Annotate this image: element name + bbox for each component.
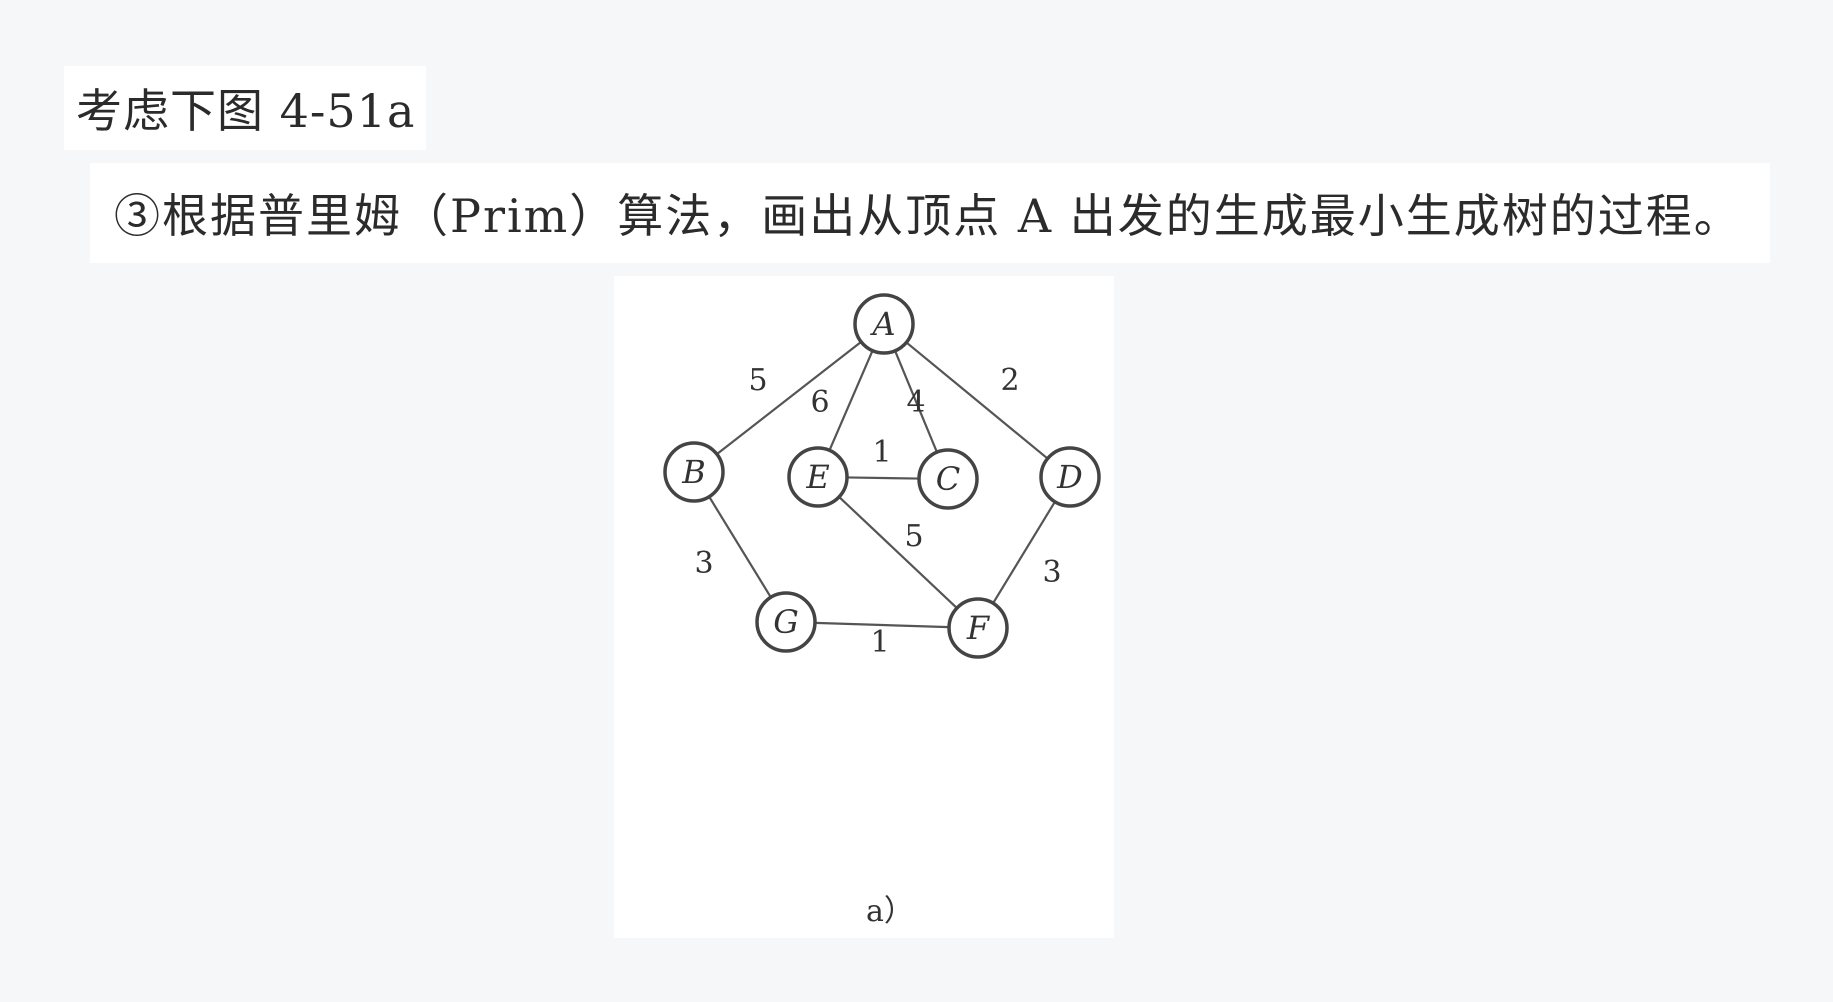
edge-weight-A-B: 5 xyxy=(748,363,767,398)
question-box: ③根据普里姆（Prim）算法，画出从顶点 A 出发的生成最小生成树的过程。 xyxy=(90,163,1770,263)
edge-weight-A-E: 6 xyxy=(810,385,829,420)
weights-layer: 5 6 4 2 1 3 5 3 1 xyxy=(694,363,1061,660)
edge-B-G xyxy=(708,496,772,598)
vertex-E: E xyxy=(787,446,849,508)
edge-weight-A-D: 2 xyxy=(1000,363,1019,398)
edge-weight-B-G: 3 xyxy=(694,546,713,581)
vertex-label: B xyxy=(681,453,706,491)
edge-weight-E-F: 5 xyxy=(904,519,923,554)
heading-text: 考虑下图 4-51a xyxy=(76,84,416,138)
vertex-label: C xyxy=(936,460,960,498)
edge-A-D xyxy=(905,341,1049,460)
nodes-layer: A B E C D G F xyxy=(663,293,1101,659)
edge-E-F xyxy=(838,496,958,609)
figure-caption: a） xyxy=(866,894,914,929)
vertex-label: D xyxy=(1056,458,1083,496)
edge-E-C xyxy=(846,476,920,480)
vertex-D: D xyxy=(1039,446,1101,508)
vertex-G: G xyxy=(755,591,817,653)
edge-A-E xyxy=(828,350,874,451)
vertex-label: F xyxy=(966,609,991,647)
question-text: ③根据普里姆（Prim）算法，画出从顶点 A 出发的生成最小生成树的过程。 xyxy=(114,189,1742,243)
vertex-F: F xyxy=(947,597,1009,659)
vertex-label: G xyxy=(773,603,799,641)
vertex-B: B xyxy=(663,441,725,503)
vertex-C: C xyxy=(917,448,979,510)
vertex-label: E xyxy=(805,458,829,496)
vertex-A: A xyxy=(853,293,915,355)
edge-weight-E-C: 1 xyxy=(872,435,891,470)
edge-A-B xyxy=(716,340,862,456)
edge-weight-D-F: 3 xyxy=(1042,555,1061,590)
edge-weight-A-C: 4 xyxy=(906,385,925,420)
vertex-label: A xyxy=(869,305,895,343)
edge-weight-G-F: 1 xyxy=(870,625,889,660)
heading-box: 考虑下图 4-51a xyxy=(64,66,426,150)
graph-figure: 5 6 4 2 1 3 5 3 1 A B E C D G F a） xyxy=(614,276,1114,938)
graph-diagram: 5 6 4 2 1 3 5 3 1 A B E C D G F a） xyxy=(663,293,1101,929)
